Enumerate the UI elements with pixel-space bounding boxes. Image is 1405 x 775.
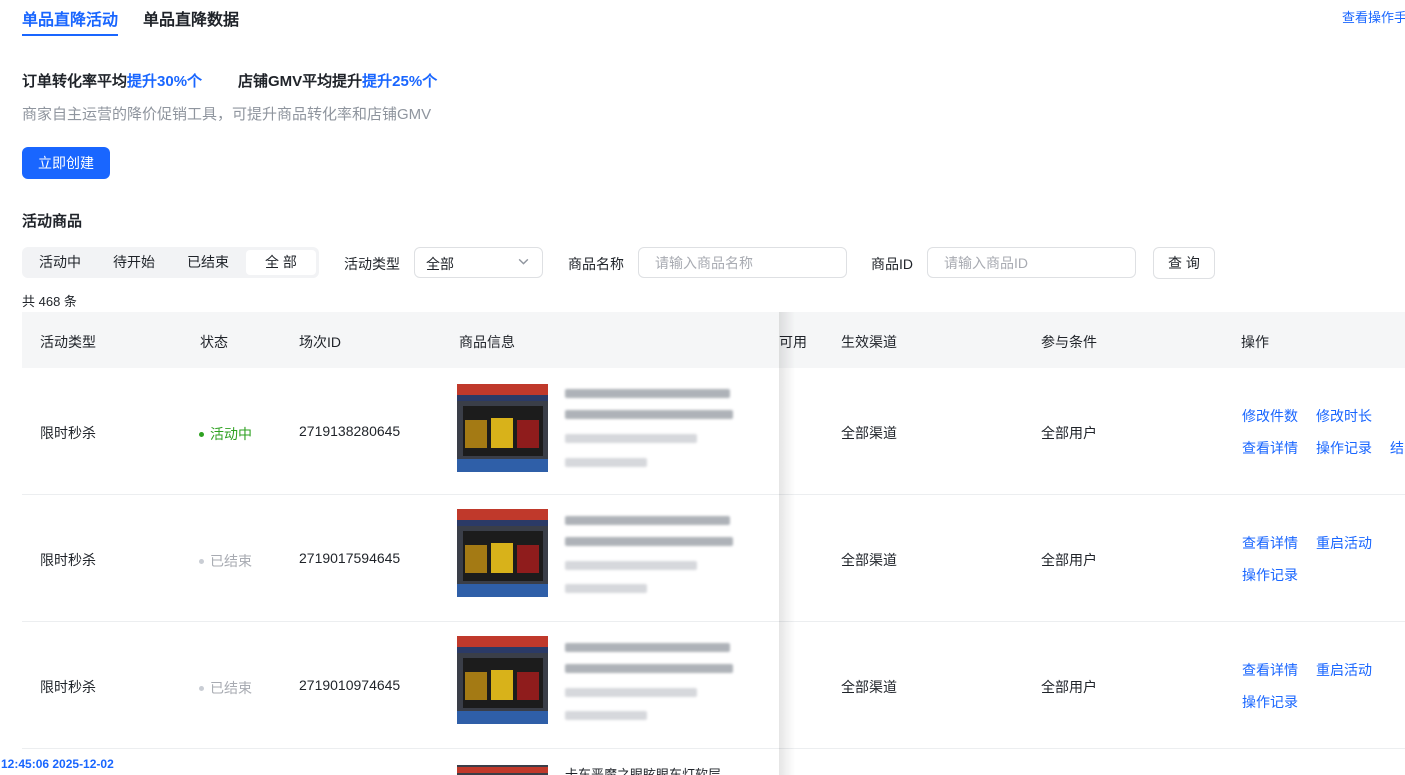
help-guide-link[interactable]: 查看操作手: [1342, 7, 1405, 26]
product-title-blurred: [565, 410, 733, 419]
view-details-link[interactable]: 查看详情: [1242, 533, 1298, 553]
status-dot: [199, 431, 204, 437]
product-id-input[interactable]: [927, 247, 1136, 278]
promo-gmv-label: 店铺GMV平均提升: [238, 73, 363, 90]
operation-log-link[interactable]: 操作记录: [1316, 438, 1372, 458]
product-image[interactable]: [457, 765, 548, 775]
row-activity-type: 限时秒杀: [40, 679, 96, 695]
product-title-blurred: [565, 537, 733, 546]
product-id-label: 商品ID: [871, 256, 913, 272]
col-activity-type: 活动类型: [40, 334, 96, 350]
product-image[interactable]: [457, 636, 548, 724]
query-button[interactable]: 查 询: [1153, 247, 1215, 279]
restart-activity-link[interactable]: 重启活动: [1316, 533, 1372, 553]
table-header: [22, 312, 1405, 368]
status-filter-tabs: 活动中 待开始 已结束 全 部: [22, 247, 319, 278]
promo-gmv-value: 提升25%个: [362, 73, 438, 90]
total-count: 共 468 条: [22, 294, 77, 309]
activity-type-label: 活动类型: [344, 256, 400, 272]
promo-gmv: 店铺GMV平均提升提升25%个: [238, 70, 437, 91]
row-condition: 全部用户: [1041, 679, 1097, 695]
col-actions: 操作: [1241, 334, 1269, 350]
row-condition: 全部用户: [1041, 552, 1097, 568]
status-badge: 活动中: [199, 424, 252, 444]
promo-conversion: 订单转化率平均提升30%个: [22, 70, 202, 91]
row-session-id: 2719010974645: [299, 677, 401, 693]
status-tab-all[interactable]: 全 部: [246, 250, 316, 275]
col-channel: 生效渠道: [841, 334, 897, 350]
col-product-info: 商品信息: [459, 334, 515, 350]
col-status: 状态: [200, 334, 228, 350]
product-stock-blurred: [565, 711, 647, 720]
product-title-blurred: [565, 516, 730, 525]
row-condition: 全部用户: [1041, 425, 1097, 441]
product-id-blurred: [565, 434, 697, 443]
row-activity-type: 限时秒杀: [40, 552, 96, 568]
table-row: 限时秒杀 活动中 2719138280645 全部渠道 全部用户 修改件数 修改…: [22, 368, 1405, 495]
end-activity-link[interactable]: 结: [1390, 438, 1404, 458]
product-title-blurred: [565, 664, 733, 673]
table-row: 限时秒杀 已结束 2719010974645 全部渠道 全部用户 查看详情 重启…: [22, 622, 1405, 749]
col-available: 可用: [779, 334, 807, 350]
status-badge: 已结束: [199, 551, 252, 571]
row-channel: 全部渠道: [841, 552, 897, 568]
activity-type-select[interactable]: 全部: [414, 247, 543, 278]
section-title: 活动商品: [22, 213, 83, 230]
tool-description: 商家自主运营的降价促销工具，可提升商品转化率和店铺GMV: [22, 106, 432, 123]
promo-conversion-label: 订单转化率平均: [22, 73, 128, 90]
status-tab-pending[interactable]: 待开始: [99, 250, 169, 275]
status-tab-active[interactable]: 活动中: [25, 250, 95, 275]
modify-quantity-link[interactable]: 修改件数: [1242, 406, 1298, 426]
status-text: 活动中: [210, 426, 252, 442]
chevron-down-icon: [518, 258, 529, 265]
view-details-link[interactable]: 查看详情: [1242, 438, 1298, 458]
tab-single-price-drop-data[interactable]: 单品直降数据: [143, 6, 239, 30]
product-title-partial: 卡车恶魔之眼眩眼车灯软层: [565, 767, 722, 775]
capture-timestamp: 12:45:06 2025-12-02: [1, 757, 114, 771]
status-dot: [199, 558, 204, 564]
restart-activity-link[interactable]: 重启活动: [1316, 660, 1372, 680]
operation-log-link[interactable]: 操作记录: [1242, 692, 1298, 712]
product-stock-blurred: [565, 458, 647, 467]
product-image[interactable]: [457, 384, 548, 472]
col-condition: 参与条件: [1041, 334, 1097, 350]
row-channel: 全部渠道: [841, 679, 897, 695]
row-session-id: 2719138280645: [299, 423, 401, 439]
product-id-blurred: [565, 688, 697, 697]
row-channel: 全部渠道: [841, 425, 897, 441]
product-title-blurred: [565, 389, 730, 398]
status-tab-ended[interactable]: 已结束: [173, 250, 243, 275]
status-dot: [199, 685, 204, 691]
status-badge: 已结束: [199, 678, 252, 698]
view-details-link[interactable]: 查看详情: [1242, 660, 1298, 680]
create-activity-button[interactable]: 立即创建: [22, 147, 110, 179]
promo-conversion-value: 提升30%个: [127, 73, 203, 90]
status-text: 已结束: [210, 680, 252, 696]
col-session-id: 场次ID: [299, 334, 341, 350]
product-name-label: 商品名称: [568, 256, 624, 272]
activity-type-value: 全部: [426, 256, 454, 272]
product-image[interactable]: [457, 509, 548, 597]
product-id-blurred: [565, 561, 697, 570]
modify-duration-link[interactable]: 修改时长: [1316, 406, 1372, 426]
operation-log-link[interactable]: 操作记录: [1242, 565, 1298, 585]
tab-single-price-drop-activity[interactable]: 单品直降活动: [22, 6, 118, 30]
product-name-input[interactable]: [638, 247, 847, 278]
product-title-blurred: [565, 643, 730, 652]
active-tab-indicator: [22, 34, 118, 36]
row-session-id: 2719017594645: [299, 550, 401, 566]
product-stock-blurred: [565, 584, 647, 593]
row-activity-type: 限时秒杀: [40, 425, 96, 441]
status-text: 已结束: [210, 553, 252, 569]
table-row: 限时秒杀 已结束 2719017594645 全部渠道 全部用户 查看详情 重启…: [22, 495, 1405, 622]
